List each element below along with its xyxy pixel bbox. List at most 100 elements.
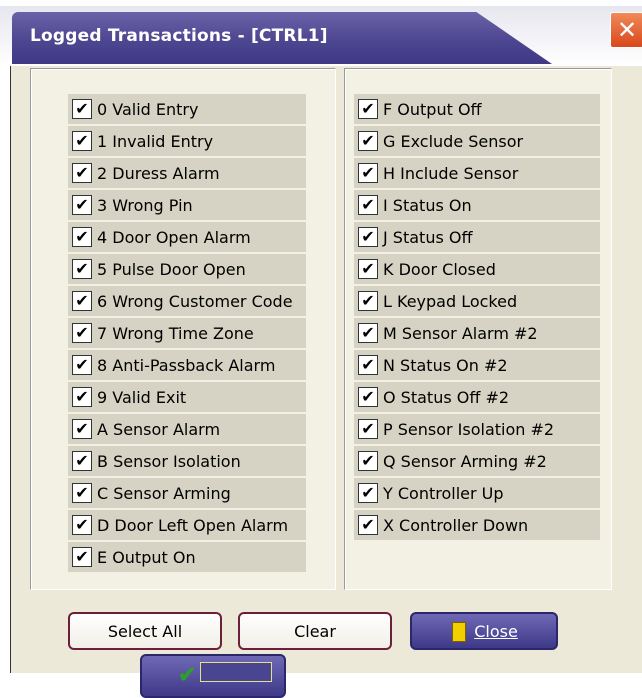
door-icon	[450, 620, 467, 642]
right-transaction-list: ✔ F Output Off ✔ G Exclude Sensor ✔ H Include…	[354, 94, 600, 542]
transaction-row[interactable]: ✔ 0 Valid Entry	[68, 94, 306, 124]
checkbox[interactable]: ✔	[358, 515, 378, 535]
transaction-label: J Status Off	[383, 227, 473, 247]
checkbox[interactable]: ✔	[358, 419, 378, 439]
transaction-row[interactable]: ✔ Y Controller Up	[354, 478, 600, 508]
checkbox[interactable]: ✔	[72, 291, 92, 311]
checkbox[interactable]: ✔	[358, 131, 378, 151]
close-button[interactable]: Close	[410, 612, 558, 650]
checkbox[interactable]: ✔	[72, 323, 92, 343]
transaction-row[interactable]: ✔ P Sensor Isolation #2	[354, 414, 600, 444]
logged-transactions-window: Logged Transactions - [CTRL1] ✕ ✔ 0 Valid…	[0, 0, 642, 698]
checkbox[interactable]: ✔	[72, 355, 92, 375]
transaction-row[interactable]: ✔ H Include Sensor	[354, 158, 600, 188]
transaction-row[interactable]: ✔ L Keypad Locked	[354, 286, 600, 316]
transaction-label: C Sensor Arming	[97, 483, 231, 503]
transaction-row[interactable]: ✔ M Sensor Alarm #2	[354, 318, 600, 348]
select-all-button[interactable]: Select All	[68, 612, 222, 650]
checkbox[interactable]: ✔	[72, 163, 92, 183]
right-transaction-panel: ✔ F Output Off ✔ G Exclude Sensor ✔ H Include…	[344, 68, 612, 590]
transaction-label: H Include Sensor	[383, 163, 519, 183]
checkmark-icon: ✔	[178, 662, 197, 687]
transaction-row[interactable]: ✔ Q Sensor Arming #2	[354, 446, 600, 476]
transaction-label: M Sensor Alarm #2	[383, 323, 538, 343]
transaction-row[interactable]: ✔ C Sensor Arming	[68, 478, 306, 508]
transaction-label: G Exclude Sensor	[383, 131, 524, 151]
transaction-row[interactable]: ✔ 3 Wrong Pin	[68, 190, 306, 220]
transaction-label: A Sensor Alarm	[97, 419, 221, 439]
transaction-row[interactable]: ✔ 4 Door Open Alarm	[68, 222, 306, 252]
transaction-label: D Door Left Open Alarm	[97, 515, 289, 535]
left-transaction-panel: ✔ 0 Valid Entry ✔ 1 Invalid Entry ✔ 2 Duress …	[30, 68, 336, 590]
transaction-label: 3 Wrong Pin	[97, 195, 193, 215]
update-button[interactable]: ✔	[140, 654, 286, 698]
checkbox[interactable]: ✔	[72, 99, 92, 119]
left-transaction-list: ✔ 0 Valid Entry ✔ 1 Invalid Entry ✔ 2 Duress …	[68, 94, 306, 574]
transaction-label: Q Sensor Arming #2	[383, 451, 547, 471]
transaction-label: P Sensor Isolation #2	[383, 419, 555, 439]
transaction-label: Y Controller Up	[383, 483, 504, 503]
transaction-row[interactable]: ✔ X Controller Down	[354, 510, 600, 540]
checkbox[interactable]: ✔	[358, 227, 378, 247]
transaction-label: K Door Closed	[383, 259, 496, 279]
checkbox[interactable]: ✔	[72, 515, 92, 535]
checkbox[interactable]: ✔	[72, 259, 92, 279]
transaction-label: I Status On	[383, 195, 472, 215]
transaction-row[interactable]: ✔ K Door Closed	[354, 254, 600, 284]
transaction-row[interactable]: ✔ N Status On #2	[354, 350, 600, 380]
close-window-button[interactable]: ✕	[610, 12, 642, 48]
checkbox[interactable]: ✔	[358, 291, 378, 311]
transaction-row[interactable]: ✔ A Sensor Alarm	[68, 414, 306, 444]
transaction-row[interactable]: ✔ 8 Anti-Passback Alarm	[68, 350, 306, 380]
title-bar: Logged Transactions - [CTRL1] ✕	[0, 0, 642, 66]
checkbox[interactable]: ✔	[358, 195, 378, 215]
transaction-label: 5 Pulse Door Open	[97, 259, 246, 279]
transaction-row[interactable]: ✔ 2 Duress Alarm	[68, 158, 306, 188]
checkbox[interactable]: ✔	[72, 387, 92, 407]
transaction-label: 4 Door Open Alarm	[97, 227, 251, 247]
checkbox[interactable]: ✔	[72, 547, 92, 567]
transaction-label: E Output On	[97, 547, 196, 567]
checkbox[interactable]: ✔	[358, 99, 378, 119]
clear-button[interactable]: Clear	[238, 612, 392, 650]
transaction-row[interactable]: ✔ G Exclude Sensor	[354, 126, 600, 156]
transaction-row[interactable]: ✔ B Sensor Isolation	[68, 446, 306, 476]
checkbox[interactable]: ✔	[358, 451, 378, 471]
checkbox[interactable]: ✔	[72, 483, 92, 503]
transaction-row[interactable]: ✔ F Output Off	[354, 94, 600, 124]
transaction-label: L Keypad Locked	[383, 291, 518, 311]
checkbox[interactable]: ✔	[72, 195, 92, 215]
transaction-row[interactable]: ✔ E Output On	[68, 542, 306, 572]
transaction-label: 2 Duress Alarm	[97, 163, 220, 183]
checkbox[interactable]: ✔	[358, 323, 378, 343]
transaction-row[interactable]: ✔ O Status Off #2	[354, 382, 600, 412]
left-edge	[0, 66, 10, 673]
transaction-label: 9 Valid Exit	[97, 387, 187, 407]
checkbox[interactable]: ✔	[72, 131, 92, 151]
transaction-label: X Controller Down	[383, 515, 529, 535]
transaction-label: N Status On #2	[383, 355, 508, 375]
checkbox[interactable]: ✔	[72, 451, 92, 471]
transaction-label: O Status Off #2	[383, 387, 510, 407]
checkbox[interactable]: ✔	[72, 227, 92, 247]
transaction-label: 6 Wrong Customer Code	[97, 291, 293, 311]
transaction-label: 1 Invalid Entry	[97, 131, 214, 151]
transaction-row[interactable]: ✔ D Door Left Open Alarm	[68, 510, 306, 540]
checkbox[interactable]: ✔	[72, 419, 92, 439]
checkbox[interactable]: ✔	[358, 163, 378, 183]
checkbox[interactable]: ✔	[358, 387, 378, 407]
transaction-row[interactable]: ✔ 9 Valid Exit	[68, 382, 306, 412]
clear-label: Clear	[294, 621, 336, 641]
transaction-label: 0 Valid Entry	[97, 99, 199, 119]
transaction-row[interactable]: ✔ I Status On	[354, 190, 600, 220]
transaction-row[interactable]: ✔ 6 Wrong Customer Code	[68, 286, 306, 316]
checkbox[interactable]: ✔	[358, 259, 378, 279]
transaction-row[interactable]: ✔ J Status Off	[354, 222, 600, 252]
transaction-label: 7 Wrong Time Zone	[97, 323, 254, 343]
checkbox[interactable]: ✔	[358, 355, 378, 375]
checkbox[interactable]: ✔	[358, 483, 378, 503]
transaction-label: F Output Off	[383, 99, 482, 119]
transaction-row[interactable]: ✔ 5 Pulse Door Open	[68, 254, 306, 284]
transaction-row[interactable]: ✔ 1 Invalid Entry	[68, 126, 306, 156]
transaction-row[interactable]: ✔ 7 Wrong Time Zone	[68, 318, 306, 348]
